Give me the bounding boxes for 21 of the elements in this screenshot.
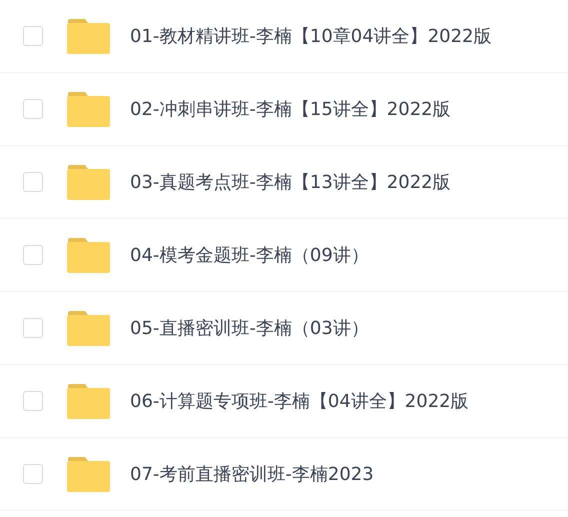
- checkbox[interactable]: [23, 464, 43, 484]
- folder-icon: [67, 456, 110, 492]
- checkbox[interactable]: [23, 99, 43, 119]
- folder-icon: [67, 92, 110, 126]
- folder-name[interactable]: 04-模考金题班-李楠（09讲）: [130, 243, 369, 267]
- checkbox[interactable]: [23, 26, 43, 46]
- folder-name[interactable]: 05-直播密训班-李楠（03讲）: [130, 316, 369, 340]
- checkbox[interactable]: [23, 172, 43, 192]
- folder-icon: [67, 238, 110, 272]
- folder-name[interactable]: 03-真题考点班-李楠【13讲全】2022版: [130, 170, 451, 194]
- folder-name[interactable]: 02-冲刺串讲班-李楠【15讲全】2022版: [130, 97, 451, 121]
- folder-icon: [67, 164, 110, 200]
- checkbox[interactable]: [23, 318, 43, 338]
- folder-name[interactable]: 01-教材精讲班-李楠【10章04讲全】2022版: [130, 24, 492, 48]
- checkbox[interactable]: [23, 245, 43, 265]
- folder-icon: [67, 384, 110, 418]
- folder-name[interactable]: 07-考前直播密训班-李楠2023: [130, 462, 374, 486]
- folder-icon: [67, 310, 110, 346]
- folder-icon: [67, 18, 110, 54]
- checkbox[interactable]: [23, 391, 43, 411]
- folder-name[interactable]: 06-计算题专项班-李楠【04讲全】2022版: [130, 389, 469, 413]
